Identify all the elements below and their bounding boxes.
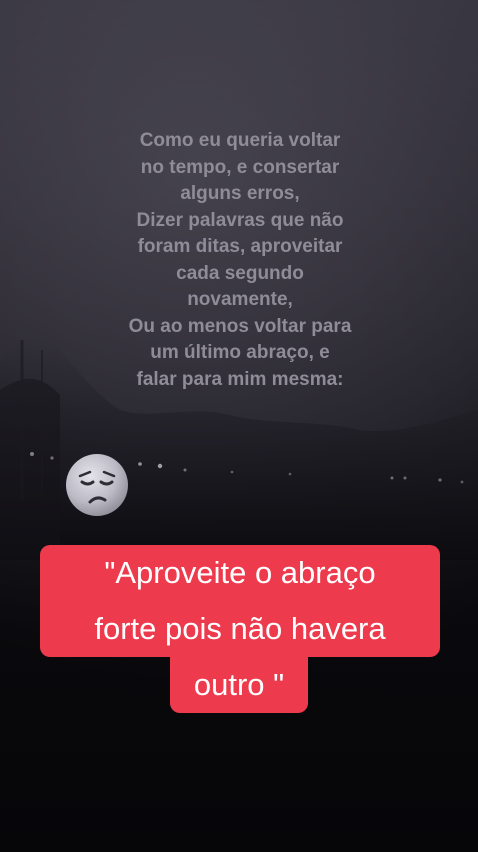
quote-line: outro " bbox=[170, 657, 308, 713]
poem-line: Como eu queria voltar bbox=[139, 130, 341, 151]
poem-text: Como eu queria voltar no tempo, e conser… bbox=[60, 128, 420, 393]
poem-line: Dizer palavras que não bbox=[136, 209, 344, 231]
quote-line: forte pois não havera bbox=[40, 601, 440, 657]
poem-line: cada segundo bbox=[176, 262, 304, 284]
quote-line: "Aproveite o abraço bbox=[40, 545, 440, 601]
poem-line: alguns erros, bbox=[180, 183, 300, 204]
poem-line: foram ditas, aproveitar bbox=[137, 236, 343, 257]
poem-line: um último abraço, e bbox=[150, 342, 330, 363]
poem-line: falar para mim mesma: bbox=[136, 368, 344, 390]
video-frame: Como eu queria voltar no tempo, e conser… bbox=[0, 0, 478, 852]
sad-face-icon bbox=[66, 454, 128, 516]
poem-line: no tempo, e consertar bbox=[140, 156, 340, 178]
poem-line: novamente, bbox=[187, 289, 293, 310]
poem-line: Ou ao menos voltar para bbox=[128, 315, 352, 337]
